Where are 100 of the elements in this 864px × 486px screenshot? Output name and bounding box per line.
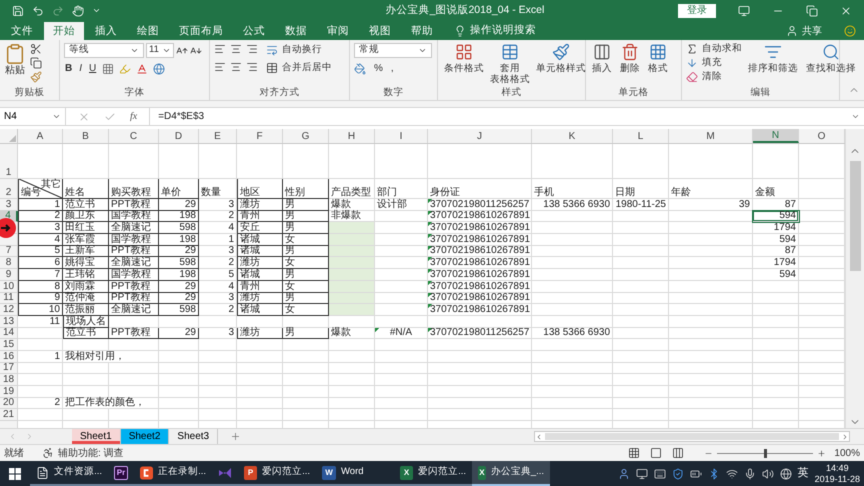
taskbar-item[interactable]: W Word [316,461,394,486]
ribbon-button[interactable]: 排序和筛选 [746,43,800,83]
row-header[interactable]: 8 [0,257,18,270]
column-header[interactable]: I [375,129,428,143]
row-header[interactable]: 15 [0,339,18,351]
page-break-icon[interactable] [672,447,684,459]
globe-icon[interactable] [780,468,792,480]
ribbon-button[interactable]: 清除 [686,71,742,83]
battery-icon[interactable] [690,468,702,480]
sheet-tab[interactable]: Sheet2 [120,429,170,444]
tell-me-field[interactable]: 操作说明搜索 [470,23,536,39]
column-header[interactable]: C [109,129,159,143]
people-icon[interactable] [618,468,630,480]
column-header[interactable]: A [18,129,63,143]
row-header[interactable]: 20 [0,398,18,410]
formula-field[interactable]: =D4*$E$3 [150,109,851,124]
copy-icon[interactable] [30,57,42,69]
input-language-button[interactable]: 英 [798,465,809,482]
percent-button[interactable]: % [374,63,383,75]
merge-center-button[interactable]: 合并后居中 [266,61,332,76]
microphone-icon[interactable] [744,468,756,480]
taskbar-item[interactable]: P 爱闪范立... [238,461,316,486]
column-header[interactable]: J [428,129,532,143]
column-header[interactable]: D [159,129,199,143]
ribbon-tab[interactable]: 帮助 [402,22,442,40]
column-header[interactable]: K [532,129,613,143]
monitor-icon[interactable] [636,468,648,480]
ribbon-tab[interactable]: 页面布局 [170,22,232,40]
row-header[interactable]: 1 [0,144,18,179]
format-button[interactable]: B [64,63,74,75]
scrollbar-thumb[interactable] [850,161,860,271]
row-header[interactable]: 12 [0,304,18,316]
zoom-slider-thumb[interactable] [764,448,768,458]
font-family-field[interactable]: 等线 [64,43,144,58]
format-button[interactable]: U [88,63,98,75]
format-button[interactable]: I [78,63,84,75]
grow-font-icon[interactable] [176,44,188,56]
comma-button[interactable]: , [390,63,394,75]
ribbon-button[interactable]: 套用 表格格式 [488,43,532,85]
ribbon-tab[interactable]: 数据 [276,22,316,40]
column-header[interactable]: N [753,129,799,143]
column-header[interactable]: H [329,129,375,143]
align-right-icon[interactable] [246,61,258,73]
column-header[interactable]: E [199,129,237,143]
clock[interactable]: 14:49 2019-11-28 [814,462,860,484]
touch-mode-icon[interactable] [72,4,84,16]
shrink-font-icon[interactable] [190,44,202,56]
ribbon-tab[interactable]: 公式 [234,22,274,40]
row-header[interactable]: 3 [0,199,18,211]
scroll-left-icon[interactable] [535,432,543,440]
close-icon[interactable] [840,4,852,16]
row-header[interactable]: 17 [0,362,18,374]
restore-icon[interactable] [806,4,818,16]
row-header[interactable]: 11 [0,292,18,304]
column-header[interactable]: G [283,129,329,143]
ribbon-tab[interactable]: 审阅 [318,22,358,40]
accessibility-status[interactable]: 辅助功能: 调查 [58,446,124,460]
ribbon-tab[interactable]: 开始 [44,22,84,40]
ribbon-button[interactable]: 条件格式 [442,43,486,85]
save-icon[interactable] [12,4,24,16]
ribbon-tab[interactable]: 绘图 [128,22,168,40]
table-cell[interactable]: 594 [753,210,799,222]
row-header[interactable]: 18 [0,374,18,386]
ribbon-button[interactable]: 删除 [618,43,642,74]
wrap-text-button[interactable]: 自动换行 [266,43,332,58]
taskbar-item[interactable]: X 办公宝典_... [472,461,550,486]
taskbar-item[interactable]: Pr [108,461,134,486]
share-button[interactable]: 共享 [786,24,822,38]
scrollbar-thumb[interactable] [545,433,839,440]
font-size-field[interactable]: 11 [146,43,174,58]
expand-formula-icon[interactable] [851,112,860,121]
zoom-in-icon[interactable] [817,448,826,458]
align-center-icon[interactable] [230,61,242,73]
name-box[interactable]: N4 [0,108,66,125]
sheet-tab[interactable]: Sheet1 [72,429,121,444]
font-color-icon[interactable] [136,63,148,75]
align-left-icon[interactable] [214,61,226,73]
shield-icon[interactable] [672,468,684,480]
zoom-level[interactable]: 100% [834,446,860,460]
ribbon-button[interactable]: 填充 [686,57,742,69]
column-header[interactable]: F [237,129,283,143]
scroll-right-icon[interactable] [841,432,849,440]
ribbon-button[interactable]: 单元格样式 [534,43,588,85]
ribbon-button[interactable]: 格式 [646,43,670,74]
paste-button[interactable]: 粘贴 [4,43,26,83]
taskbar-item[interactable]: 文件资源... [30,461,108,486]
row-header[interactable]: 13 [0,316,18,328]
ribbon-button[interactable]: 插入 [590,43,614,74]
scissors-icon[interactable] [30,43,42,55]
ribbon-button[interactable]: 查找和选择 [804,43,858,83]
row-header[interactable]: 7 [0,246,18,258]
row-header[interactable]: 14 [0,328,18,340]
column-header[interactable]: B [63,129,109,143]
windows-logo-icon[interactable] [9,468,21,480]
page-layout-icon[interactable] [650,447,662,459]
network-icon[interactable] [726,468,738,480]
column-header[interactable]: L [613,129,669,143]
ribbon-tab[interactable]: 视图 [360,22,400,40]
insert-function-button[interactable]: fx [130,109,138,124]
keyboard-icon[interactable] [654,468,666,480]
